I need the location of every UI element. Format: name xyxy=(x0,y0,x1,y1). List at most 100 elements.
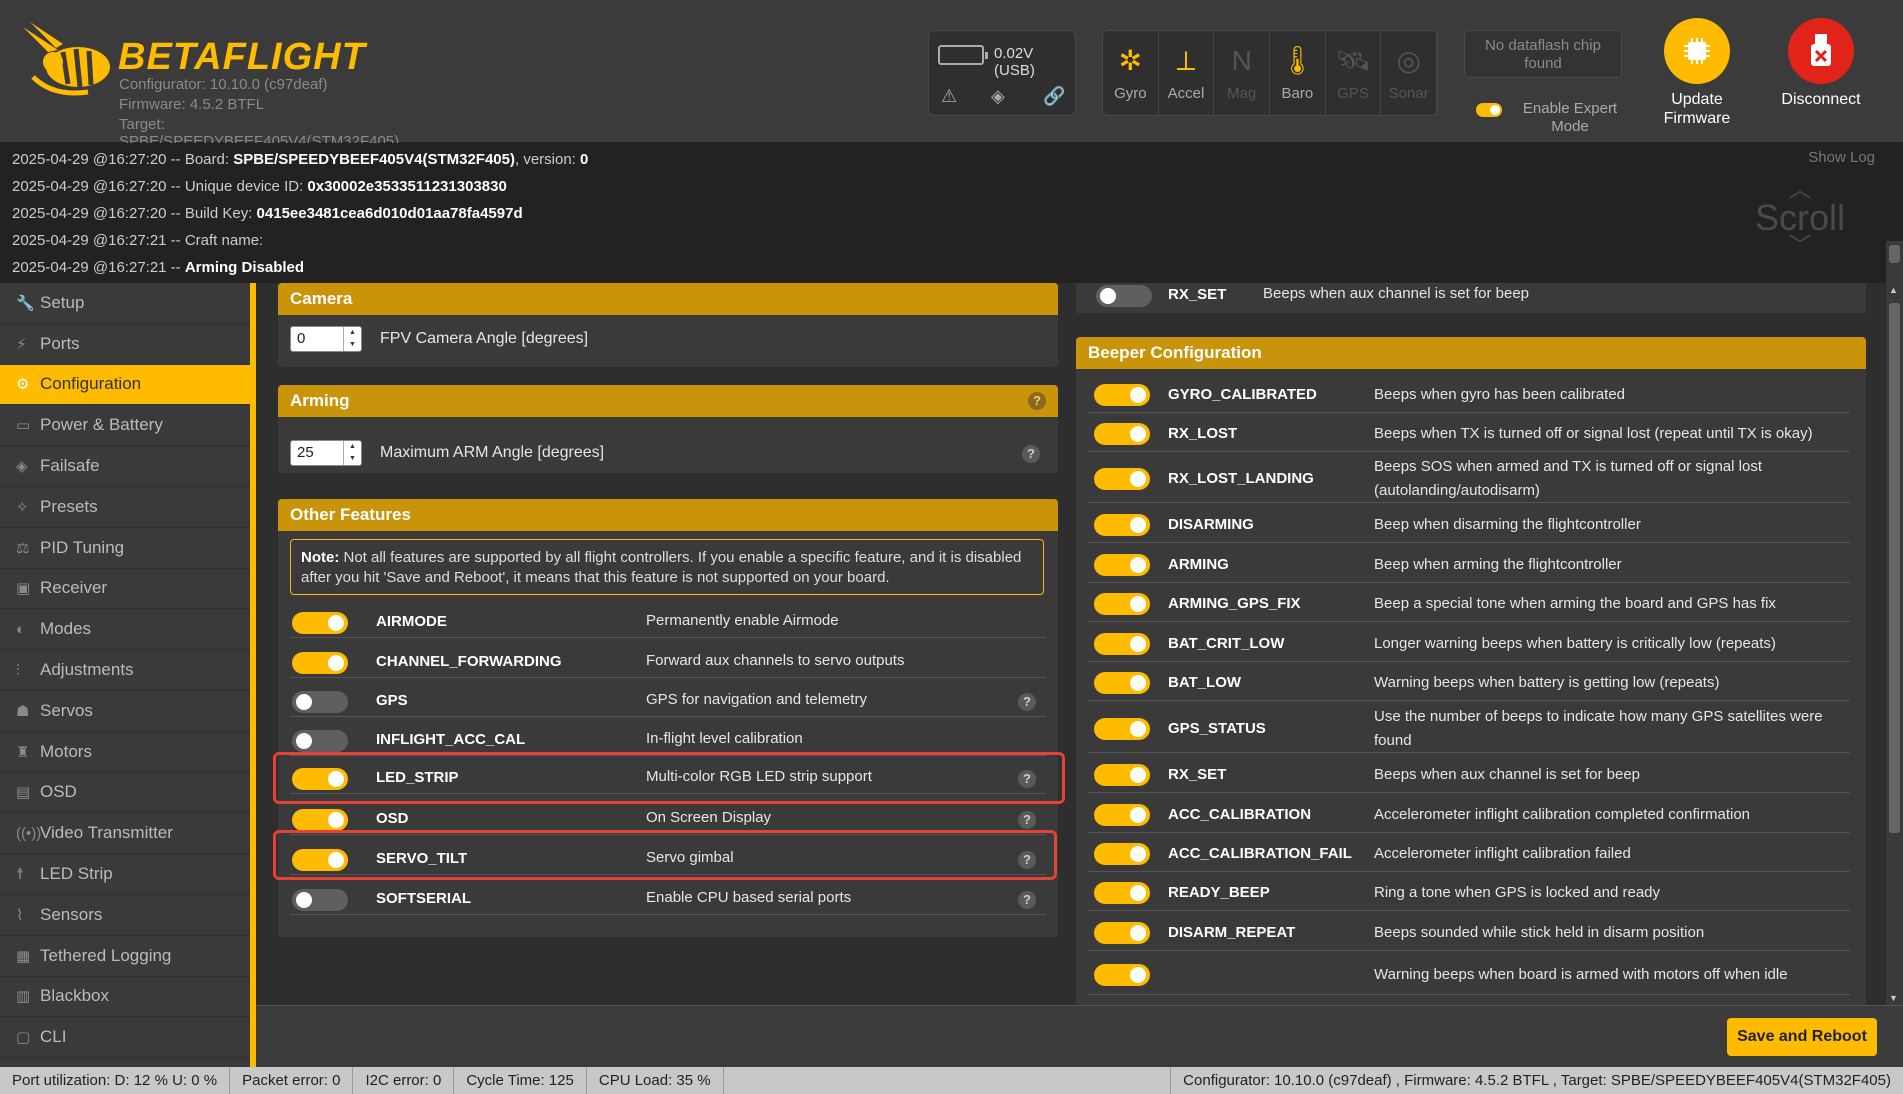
beeper-configuration-header: Beeper Configuration xyxy=(1076,337,1866,369)
sidebar-item-modes[interactable]: ◐ Modes xyxy=(0,609,250,651)
log-text: 2025-04-29 @16:27:20 -- Build Key: xyxy=(12,205,257,222)
sidebar-item-label: Servos xyxy=(40,700,93,720)
sensor-label: Mag xyxy=(1227,85,1257,102)
disconnect-button[interactable]: Disconnect xyxy=(1766,18,1876,109)
log-text: 2025-04-29 @16:27:20 -- Unique device ID… xyxy=(12,178,308,195)
sensor-status-panel: ✲ Gyro ⟂ Accel N Mag 🌡 Baro 🛰 GPS ◎ Sonar xyxy=(1102,30,1438,116)
update-firmware-button[interactable]: Update Firmware xyxy=(1642,18,1752,128)
beeper-toggle[interactable] xyxy=(1094,764,1150,786)
beeper-toggle[interactable] xyxy=(1094,718,1150,740)
other-features-header: Other Features xyxy=(278,499,1058,531)
feature-name: AIRMODE xyxy=(376,613,447,630)
feature-desc: Permanently enable Airmode xyxy=(646,612,839,629)
feature-toggle[interactable] xyxy=(292,889,348,911)
feature-help-icon[interactable]: ? xyxy=(1018,693,1036,711)
beeper-name: RX_LOST_LANDING xyxy=(1168,470,1314,487)
beeper-desc: Warning beeps when battery is getting lo… xyxy=(1374,674,1720,691)
feature-toggle[interactable] xyxy=(292,809,348,831)
show-log-link[interactable]: Show Log xyxy=(1808,149,1875,166)
beeper-toggle[interactable] xyxy=(1094,593,1150,615)
sidebar-item-cli[interactable]: ▢ CLI xyxy=(0,1017,250,1059)
log-scrollbar[interactable] xyxy=(1886,241,1903,283)
sensor-gps: 🛰 GPS xyxy=(1326,31,1382,115)
max-arm-angle-stepper[interactable]: ▲ ▼ xyxy=(343,441,361,465)
sidebar-item-presets[interactable]: ✧ Presets xyxy=(0,487,250,528)
log-panel[interactable]: 2025-04-29 @16:27:20 -- Board: SPBE/SPEE… xyxy=(0,143,1903,283)
beeper-toggle[interactable] xyxy=(1094,843,1150,865)
content-scrollbar-thumb[interactable] xyxy=(1889,303,1900,833)
sidebar-item-tethered-logging[interactable]: ▦ Tethered Logging xyxy=(0,936,250,977)
feature-desc: Forward aux channels to servo outputs xyxy=(646,652,905,669)
sensor-label: Baro xyxy=(1281,85,1314,102)
beeper-toggle[interactable] xyxy=(1094,922,1150,944)
expert-mode-switch[interactable] xyxy=(1476,103,1502,117)
feature-row-channel-forwarding: CHANNEL_FORWARDING Forward aux channels t… xyxy=(290,646,1046,678)
feature-toggle[interactable] xyxy=(292,730,348,752)
max-arm-angle-input[interactable]: 25 ▲ ▼ xyxy=(290,440,362,466)
beeper-toggle[interactable] xyxy=(1094,554,1150,576)
sidebar-item-label: Power & Battery xyxy=(40,415,163,435)
beeper-prev-name: RX_SET xyxy=(1168,286,1227,303)
beeper-prev-toggle[interactable] xyxy=(1096,285,1152,307)
beeper-desc: Accelerometer inflight calibration compl… xyxy=(1374,806,1751,823)
beeper-toggle[interactable] xyxy=(1094,882,1150,904)
beeper-desc: Beep a special tone when arming the boar… xyxy=(1374,595,1776,612)
sidebar-item-sensors[interactable]: ⌇ Sensors xyxy=(0,895,250,936)
sidebar-item-setup[interactable]: 🔧 Setup xyxy=(0,283,250,324)
beeper-toggle[interactable] xyxy=(1094,964,1150,986)
feature-row-gps: GPS GPS for navigation and telemetry? xyxy=(290,685,1046,717)
beeper-name: ACC_CALIBRATION_FAIL xyxy=(1168,845,1352,862)
feature-toggle[interactable] xyxy=(292,612,348,634)
beeper-toggle[interactable] xyxy=(1094,672,1150,694)
beeper-toggle[interactable] xyxy=(1094,423,1150,445)
feature-help-icon[interactable]: ? xyxy=(1018,811,1036,829)
sidebar-item-ports[interactable]: ⚡ Ports xyxy=(0,324,250,365)
sidebar-item-configuration[interactable]: ⚙ Configuration xyxy=(0,364,250,406)
sidebar-item-blackbox[interactable]: ▥ Blackbox xyxy=(0,977,250,1018)
log-scrollbar-thumb[interactable] xyxy=(1889,245,1900,263)
sidebar-item-pid-tuning[interactable]: ⚖ PID Tuning xyxy=(0,528,250,569)
beeper-row: RX_LOST Beeps when TX is turned off or si… xyxy=(1088,416,1850,452)
scroll-down-arrow-icon[interactable]: ▼ xyxy=(1889,993,1898,1003)
max-arm-angle-help-icon[interactable]: ? xyxy=(1022,445,1040,463)
feature-name: SOFTSERIAL xyxy=(376,890,472,907)
configuration-content[interactable]: Camera 0 ▲ ▼ FPV Camera Angle [degrees] A… xyxy=(256,283,1903,1005)
osd-icon: ▤ xyxy=(16,784,31,802)
configurator-version: Configurator: 10.10.0 (c97deaf) xyxy=(119,76,328,93)
beeper-toggle[interactable] xyxy=(1094,633,1150,655)
camera-angle-value: 0 xyxy=(297,330,306,347)
feature-help-icon[interactable]: ? xyxy=(1018,891,1036,909)
beeper-desc: Beep when disarming the flightcontroller xyxy=(1374,516,1641,533)
expert-mode-toggle[interactable]: Enable Expert Mode xyxy=(1476,100,1636,136)
feature-toggle[interactable] xyxy=(292,652,348,674)
beeper-toggle[interactable] xyxy=(1094,468,1150,490)
scroll-up-arrow-icon[interactable]: ▲ xyxy=(1889,285,1898,295)
arming-section: Arming? 25 ▲ ▼ Maximum ARM Angle [degrees… xyxy=(278,385,1058,473)
beeper-configuration-title: Beeper Configuration xyxy=(1088,343,1262,362)
feature-name: CHANNEL_FORWARDING xyxy=(376,653,562,670)
feature-toggle[interactable] xyxy=(292,691,348,713)
beeper-toggle[interactable] xyxy=(1094,514,1150,536)
arming-help-icon[interactable]: ? xyxy=(1028,392,1046,410)
sidebar-item-power-battery[interactable]: ▭ Power & Battery xyxy=(0,405,250,447)
content-scrollbar[interactable]: ▲ ▼ xyxy=(1886,283,1903,1005)
sidebar-item-failsafe[interactable]: ◈ Failsafe xyxy=(0,446,250,487)
sensor-mag: N Mag xyxy=(1214,31,1271,115)
sidebar-item-video-transmitter[interactable]: ((•)) Video Transmitter xyxy=(0,813,250,855)
beeper-toggle[interactable] xyxy=(1094,804,1150,826)
save-and-reboot-button[interactable]: Save and Reboot xyxy=(1727,1018,1877,1056)
features-note-label: Note: xyxy=(301,549,340,566)
sidebar-item-led-strip[interactable]: ☨ LED Strip xyxy=(0,854,250,895)
sidebar-item-adjustments[interactable]: ⫶ Adjustments xyxy=(0,650,250,691)
beeper-configuration-section: Beeper Configuration GYRO_CALIBRATED Beep… xyxy=(1076,337,1866,1005)
camera-angle-stepper[interactable]: ▲ ▼ xyxy=(343,327,361,351)
camera-angle-input[interactable]: 0 ▲ ▼ xyxy=(290,326,362,352)
sidebar-item-motors[interactable]: ♜ Motors xyxy=(0,732,250,773)
sidebar: 🔧 Setup ⚡ Ports ⚙ Configuration ▭ Power & Batte… xyxy=(0,283,256,1067)
sidebar-item-osd[interactable]: ▤ OSD xyxy=(0,773,250,814)
log-text-mid: , version: xyxy=(514,151,581,168)
beeper-toggle[interactable] xyxy=(1094,384,1150,406)
sidebar-item-servos[interactable]: ☗ Servos xyxy=(0,691,250,732)
beeper-name: DISARMING xyxy=(1168,516,1254,533)
sidebar-item-receiver[interactable]: ▣ Receiver xyxy=(0,569,250,610)
